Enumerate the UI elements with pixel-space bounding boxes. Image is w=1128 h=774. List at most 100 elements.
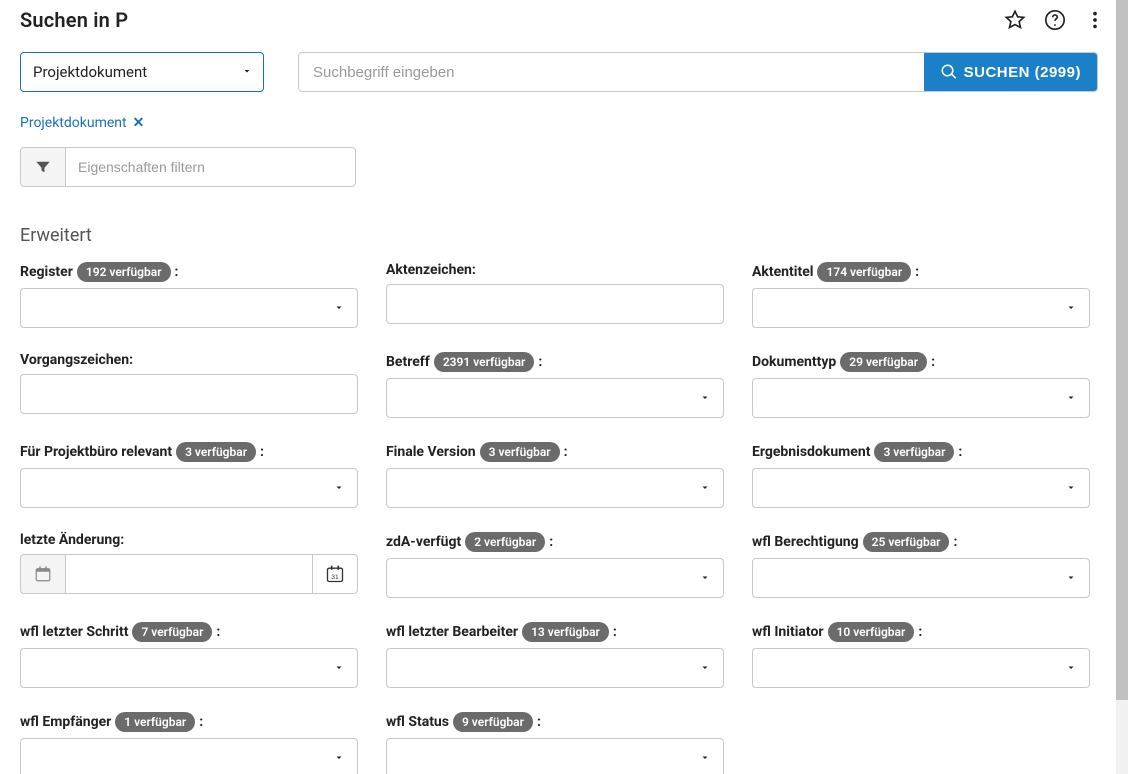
search-button-label: SUCHEN (2999) bbox=[964, 64, 1081, 81]
available-count-badge: 2 verfügbar bbox=[465, 532, 545, 552]
field-wfl_empfaenger: wfl Empfänger1 verfügbar: bbox=[20, 712, 358, 774]
document-type-select[interactable]: Projektdokument bbox=[20, 52, 264, 92]
available-count-badge: 3 verfügbar bbox=[874, 442, 954, 462]
field-aktenzeichen: Aktenzeichen: bbox=[386, 262, 724, 328]
chevron-down-icon bbox=[333, 479, 345, 498]
field-aktentitel: Aktentitel174 verfügbar: bbox=[752, 262, 1090, 328]
field-label-text: wfl Initiator bbox=[752, 624, 824, 640]
available-count-badge: 7 verfügbar bbox=[132, 622, 212, 642]
chevron-down-icon bbox=[1065, 479, 1077, 498]
betreff-dropdown[interactable] bbox=[386, 378, 724, 418]
field-label-text: Aktenzeichen: bbox=[386, 262, 476, 278]
chevron-down-icon bbox=[699, 749, 711, 768]
projektbuero-dropdown[interactable] bbox=[20, 468, 358, 508]
wfl_letzter_schritt-dropdown[interactable] bbox=[20, 648, 358, 688]
field-label: Register192 verfügbar: bbox=[20, 262, 358, 282]
help-icon[interactable] bbox=[1044, 9, 1066, 31]
available-count-badge: 3 verfügbar bbox=[176, 442, 256, 462]
field-wfl_status: wfl Status9 verfügbar: bbox=[386, 712, 724, 774]
field-label-text: wfl letzter Schritt bbox=[20, 624, 128, 640]
field-label-text: zdA-verfügt bbox=[386, 534, 461, 550]
svg-text:31: 31 bbox=[331, 574, 339, 581]
available-count-badge: 1 verfügbar bbox=[115, 712, 195, 732]
field-label-text: Betreff bbox=[386, 354, 430, 370]
field-label: Aktentitel174 verfügbar: bbox=[752, 262, 1090, 282]
filter-chip[interactable]: Projektdokument ✕ bbox=[20, 115, 144, 131]
field-dokumenttyp: Dokumenttyp29 verfügbar: bbox=[752, 352, 1090, 418]
chevron-down-icon bbox=[333, 659, 345, 678]
document-type-value: Projektdokument bbox=[33, 63, 147, 81]
field-label-text: wfl letzter Bearbeiter bbox=[386, 624, 518, 640]
available-count-badge: 3 verfügbar bbox=[480, 442, 560, 462]
field-wfl_initiator: wfl Initiator10 verfügbar: bbox=[752, 622, 1090, 688]
field-label: letzte Änderung: bbox=[20, 532, 358, 548]
available-count-badge: 25 verfügbar bbox=[863, 532, 950, 552]
ergebnisdokument-dropdown[interactable] bbox=[752, 468, 1090, 508]
field-projektbuero: Für Projektbüro relevant3 verfügbar: bbox=[20, 442, 358, 508]
calendar-picker-icon[interactable]: 31 bbox=[312, 554, 358, 594]
field-zda_verfuegt: zdA-verfügt2 verfügbar: bbox=[386, 532, 724, 598]
aktentitel-dropdown[interactable] bbox=[752, 288, 1090, 328]
available-count-badge: 192 verfügbar bbox=[77, 262, 171, 282]
available-count-badge: 29 verfügbar bbox=[840, 352, 927, 372]
field-wfl_letzter_bearbeiter: wfl letzter Bearbeiter13 verfügbar: bbox=[386, 622, 724, 688]
field-label: wfl letzter Bearbeiter13 verfügbar: bbox=[386, 622, 724, 642]
available-count-badge: 174 verfügbar bbox=[817, 262, 911, 282]
properties-filter-input[interactable] bbox=[66, 147, 356, 187]
dokumenttyp-dropdown[interactable] bbox=[752, 378, 1090, 418]
field-label-text: Register bbox=[20, 264, 73, 280]
zda_verfuegt-dropdown[interactable] bbox=[386, 558, 724, 598]
chevron-down-icon bbox=[1065, 389, 1077, 408]
chevron-down-icon bbox=[699, 479, 711, 498]
field-betreff: Betreff2391 verfügbar: bbox=[386, 352, 724, 418]
field-label: Dokumenttyp29 verfügbar: bbox=[752, 352, 1090, 372]
field-finale_version: Finale Version3 verfügbar: bbox=[386, 442, 724, 508]
search-button[interactable]: SUCHEN (2999) bbox=[924, 53, 1097, 91]
field-label: wfl Initiator10 verfügbar: bbox=[752, 622, 1090, 642]
wfl_letzter_bearbeiter-dropdown[interactable] bbox=[386, 648, 724, 688]
letzte_aenderung-date: 31 bbox=[20, 554, 358, 594]
field-label: Vorgangszeichen: bbox=[20, 352, 358, 368]
chevron-down-icon bbox=[241, 63, 253, 81]
finale_version-dropdown[interactable] bbox=[386, 468, 724, 508]
wfl_empfaenger-dropdown[interactable] bbox=[20, 738, 358, 774]
field-ergebnisdokument: Ergebnisdokument3 verfügbar: bbox=[752, 442, 1090, 508]
wfl_initiator-dropdown[interactable] bbox=[752, 648, 1090, 688]
favorite-star-icon[interactable] bbox=[1004, 9, 1026, 31]
available-count-badge: 10 verfügbar bbox=[828, 622, 915, 642]
field-label-text: letzte Änderung: bbox=[20, 532, 124, 548]
aktenzeichen-input[interactable] bbox=[386, 284, 724, 324]
scrollbar-thumb[interactable] bbox=[1116, 0, 1128, 700]
scrollbar-track[interactable] bbox=[1116, 0, 1128, 774]
field-label-text: Dokumenttyp bbox=[752, 354, 836, 370]
chevron-down-icon bbox=[333, 749, 345, 768]
chevron-down-icon bbox=[699, 659, 711, 678]
field-label: Finale Version3 verfügbar: bbox=[386, 442, 724, 462]
wfl_status-dropdown[interactable] bbox=[386, 738, 724, 774]
field-wfl_letzter_schritt: wfl letzter Schritt7 verfügbar: bbox=[20, 622, 358, 688]
chevron-down-icon bbox=[1065, 299, 1077, 318]
close-icon[interactable]: ✕ bbox=[133, 115, 145, 131]
chevron-down-icon bbox=[699, 389, 711, 408]
field-label-text: wfl Empfänger bbox=[20, 714, 111, 730]
field-label-text: Aktentitel bbox=[752, 264, 813, 280]
more-menu-icon[interactable] bbox=[1084, 9, 1106, 31]
vorgangszeichen-input[interactable] bbox=[20, 374, 358, 414]
date-input[interactable] bbox=[66, 554, 312, 594]
available-count-badge: 9 verfügbar bbox=[453, 712, 533, 732]
filter-icon[interactable] bbox=[20, 147, 66, 187]
field-label-text: Für Projektbüro relevant bbox=[20, 444, 172, 460]
search-input[interactable] bbox=[299, 53, 924, 91]
chevron-down-icon bbox=[1065, 569, 1077, 588]
wfl_berechtigung-dropdown[interactable] bbox=[752, 558, 1090, 598]
field-vorgangszeichen: Vorgangszeichen: bbox=[20, 352, 358, 418]
field-label: Aktenzeichen: bbox=[386, 262, 724, 278]
chevron-down-icon bbox=[699, 569, 711, 588]
available-count-badge: 2391 verfügbar bbox=[434, 352, 535, 372]
register-dropdown[interactable] bbox=[20, 288, 358, 328]
field-label-text: Finale Version bbox=[386, 444, 476, 460]
field-label: Ergebnisdokument3 verfügbar: bbox=[752, 442, 1090, 462]
field-register: Register192 verfügbar: bbox=[20, 262, 358, 328]
calendar-icon[interactable] bbox=[20, 554, 66, 594]
field-label: Für Projektbüro relevant3 verfügbar: bbox=[20, 442, 358, 462]
